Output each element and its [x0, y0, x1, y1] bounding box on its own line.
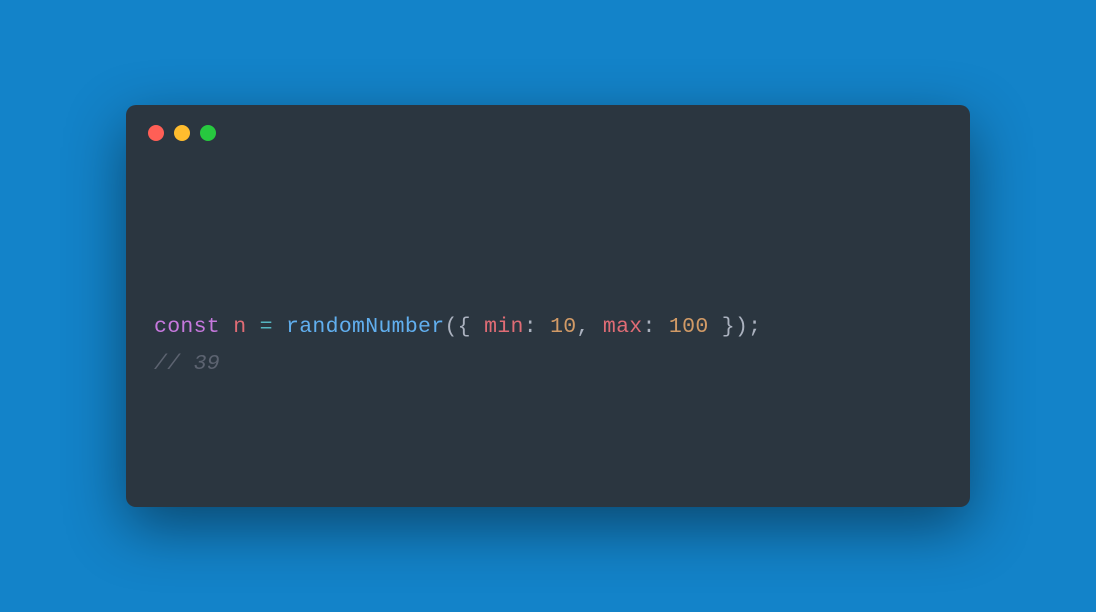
number-max: 100 [669, 315, 709, 339]
brace-open: { [458, 315, 471, 339]
property-min: min [484, 315, 524, 339]
keyword-const: const [154, 315, 220, 339]
minimize-icon[interactable] [174, 125, 190, 141]
comma: , [577, 315, 590, 339]
code-window: const n = randomNumber({ min: 10, max: 1… [126, 105, 970, 507]
colon: : [524, 315, 537, 339]
brace-close: } [722, 315, 735, 339]
close-icon[interactable] [148, 125, 164, 141]
function-call: randomNumber [286, 315, 444, 339]
colon: : [643, 315, 656, 339]
code-editor[interactable]: const n = randomNumber({ min: 10, max: 1… [126, 161, 970, 382]
semicolon: ; [748, 315, 761, 339]
operator-equals: = [260, 315, 273, 339]
window-titlebar [126, 105, 970, 161]
zoom-icon[interactable] [200, 125, 216, 141]
paren-open: ( [444, 315, 457, 339]
code-line-2: // 39 [154, 346, 942, 383]
comment: // 39 [154, 352, 220, 376]
paren-close: ) [735, 315, 748, 339]
property-max: max [603, 315, 643, 339]
identifier-n: n [233, 315, 246, 339]
code-line-1: const n = randomNumber({ min: 10, max: 1… [154, 309, 942, 346]
number-min: 10 [550, 315, 576, 339]
